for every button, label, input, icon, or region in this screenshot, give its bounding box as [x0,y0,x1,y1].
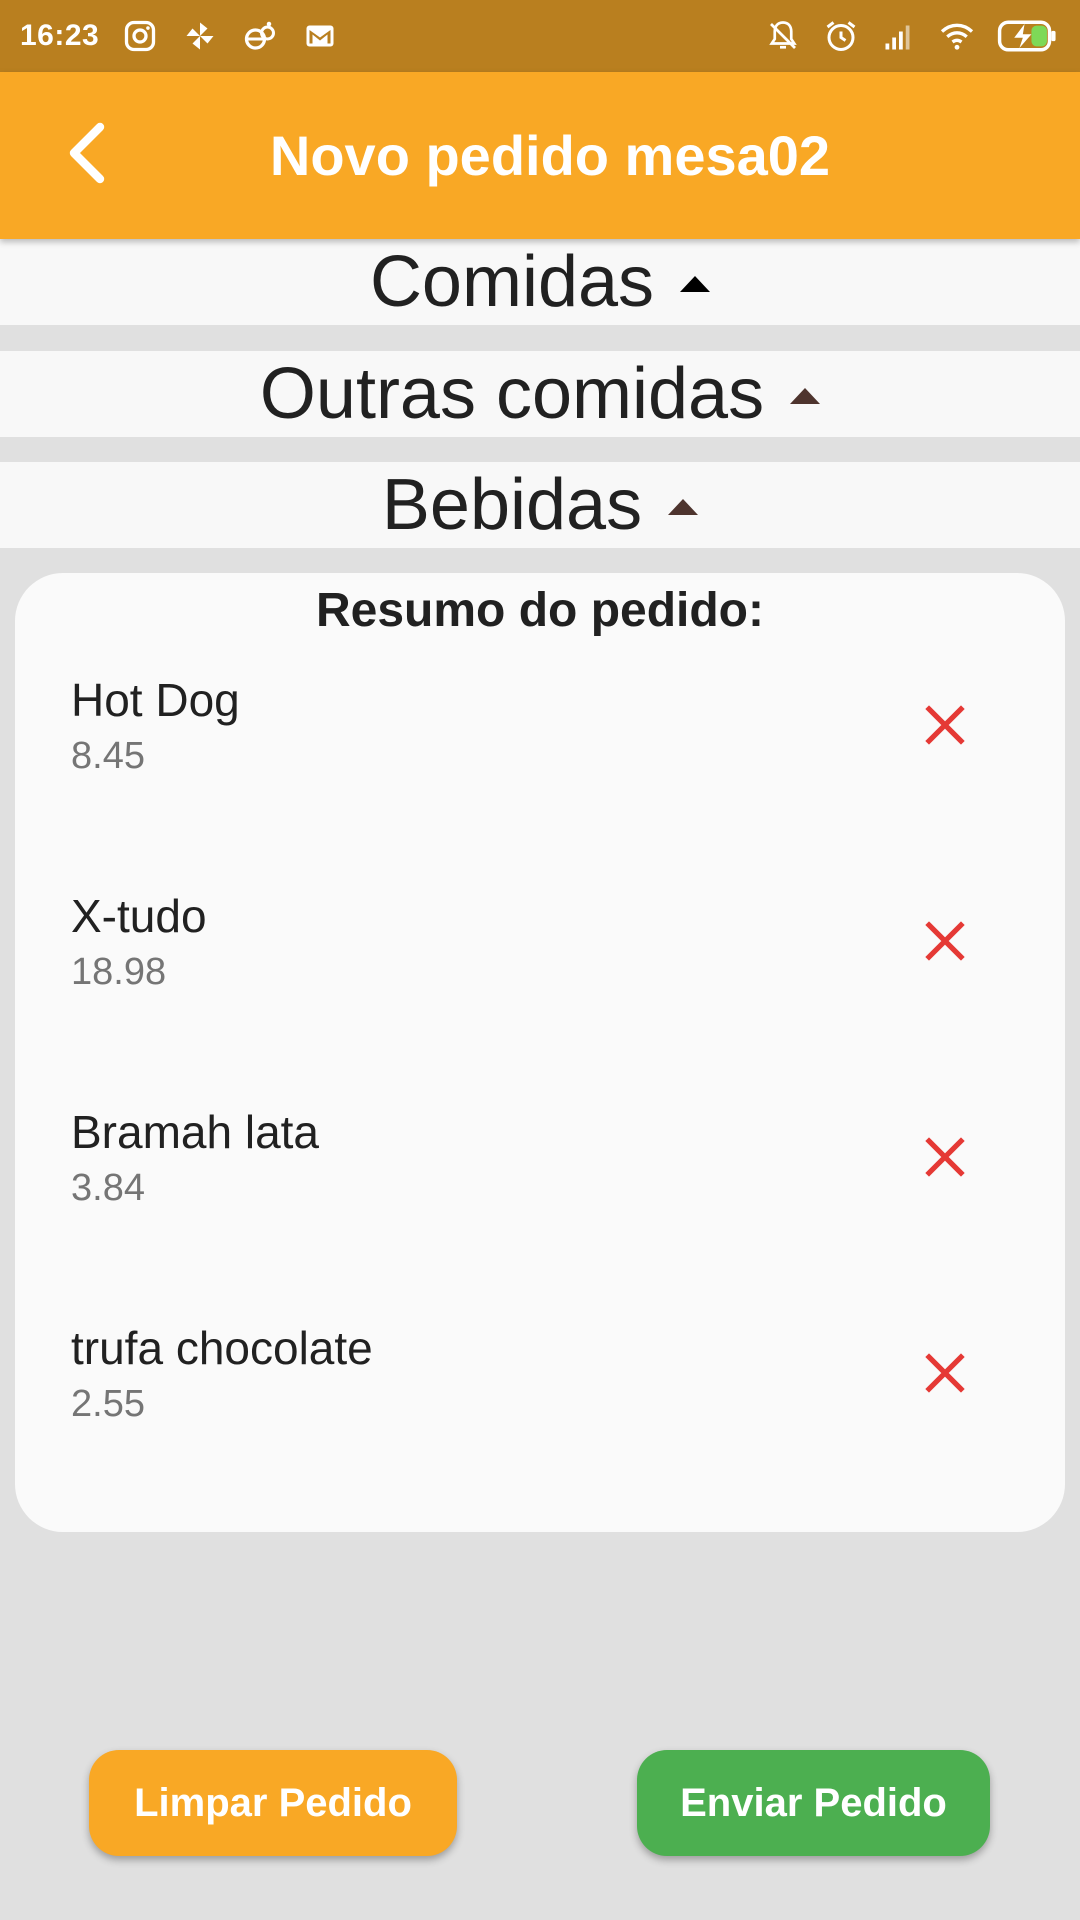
back-button[interactable] [56,116,116,196]
close-icon [925,1353,965,1393]
page-title: Novo pedido mesa02 [269,124,831,187]
item-name: trufa chocolate [71,1322,373,1374]
order-item: Hot Dog 8.45 [15,673,1065,889]
wifi-icon [938,17,976,55]
item-name: Hot Dog [71,674,240,726]
close-icon [925,705,965,745]
category-outras-comidas[interactable]: Outras comidas [0,351,1080,437]
gmail-icon [301,17,339,55]
summary-title: Resumo do pedido: [316,584,764,637]
item-name: Bramah lata [71,1106,320,1158]
category-label: Bebidas [381,465,643,545]
item-price: 2.55 [71,1383,145,1425]
category-bebidas[interactable]: Bebidas [0,462,1080,548]
order-item: trufa chocolate 2.55 [15,1321,1065,1537]
collapse-arrow-icon [790,388,821,404]
category-label: Outras comidas [259,354,765,434]
order-item: Bramah lata 3.84 [15,1105,1065,1321]
clear-order-button[interactable]: Limpar Pedido [89,1750,457,1856]
battery-charging-icon [996,17,1060,55]
order-item: X-tudo 18.98 [15,889,1065,1105]
remove-item-button[interactable] [913,1341,977,1405]
close-icon [925,1137,965,1177]
item-price: 3.84 [71,1167,145,1209]
notifications-off-icon [764,17,802,55]
chevron-left-icon [64,121,108,190]
order-list: Hot Dog 8.45 X-tudo 18.98 Bramah lata 3.… [15,673,1065,1537]
item-name: X-tudo [71,890,207,942]
item-price: 18.98 [71,951,167,993]
app-icon [241,17,279,55]
send-order-button[interactable]: Enviar Pedido [637,1750,990,1856]
alarm-icon [822,17,860,55]
category-comidas[interactable]: Comidas [0,239,1080,325]
close-icon [925,921,965,961]
remove-item-button[interactable] [913,1125,977,1189]
app-bar: Novo pedido mesa02 [0,72,1080,239]
category-label: Comidas [369,242,655,322]
remove-item-button[interactable] [913,909,977,973]
status-time: 16:23 [20,19,100,52]
collapse-arrow-icon [668,499,699,515]
instagram-icon [121,17,159,55]
signal-icon [880,17,918,55]
collapse-arrow-icon [680,276,711,292]
item-price: 8.45 [71,735,145,777]
remove-item-button[interactable] [913,693,977,757]
order-summary-card: Resumo do pedido: Hot Dog 8.45 X-tudo 18… [15,573,1065,1532]
status-bar: 16:23 [0,0,1080,72]
pinwheel-icon [181,17,219,55]
